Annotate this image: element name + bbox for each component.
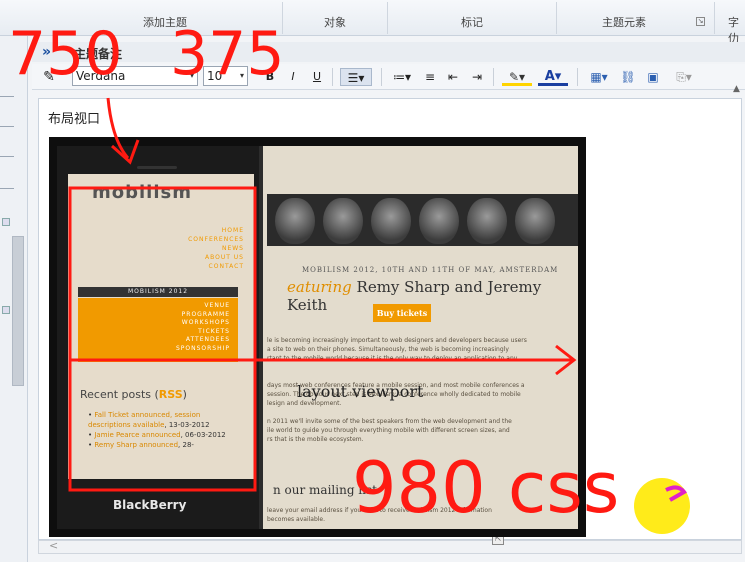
magenta-mark xyxy=(665,485,687,502)
pointer-arrow-line xyxy=(106,97,130,159)
annotation-750: 750 xyxy=(8,19,123,89)
annotation-980-css: 980 css xyxy=(352,447,619,529)
viewport-box xyxy=(68,186,257,492)
annotation-375: 375 xyxy=(170,19,285,89)
pointer-arrow-head xyxy=(111,139,140,165)
app-window: 添加主题 对象 标记 主题元素 ↘ 字仂 » 主题备注 ✎ Verdana ▾ … xyxy=(0,0,745,562)
annotation-overlay: 750 375 980 css xyxy=(8,19,687,529)
